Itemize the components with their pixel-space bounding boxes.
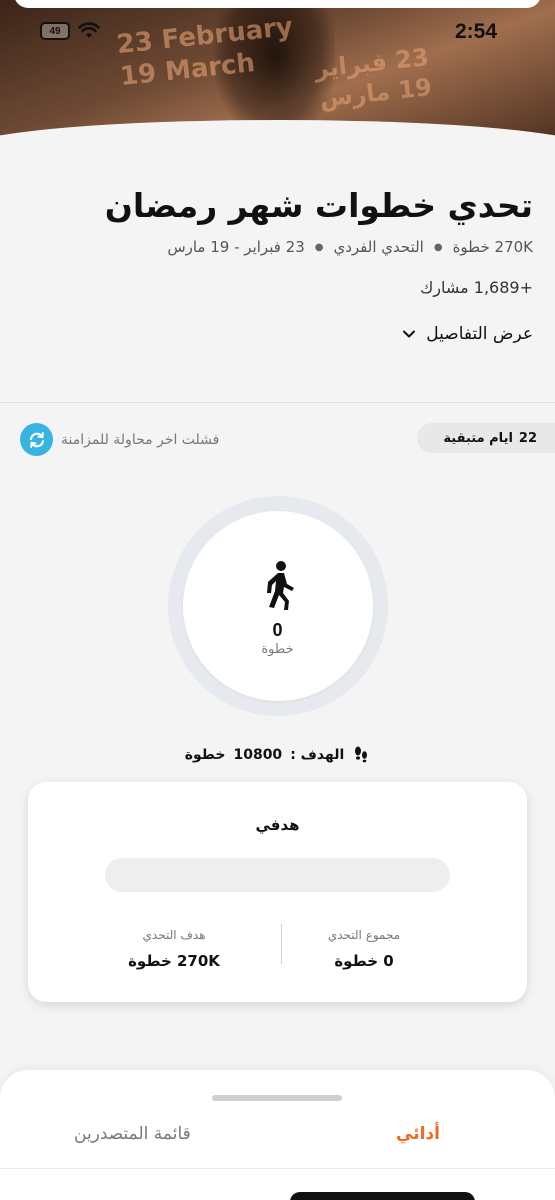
goal-progress-bar <box>105 858 450 892</box>
challenge-target-stat: هدف التحدي 270K خطوة <box>94 928 254 970</box>
sheet-drag-handle[interactable] <box>212 1095 342 1101</box>
my-goal-title: هدفي <box>255 816 300 834</box>
steps-unit: خطوة <box>261 642 294 657</box>
tabs-divider <box>0 1168 555 1169</box>
challenge-target-label: هدف التحدي <box>142 928 206 942</box>
goal-value: 10800 <box>233 747 283 763</box>
steps-count: 0 <box>272 620 283 640</box>
show-details-label: عرض التفاصيل <box>426 324 533 344</box>
tab-my-performance[interactable]: أدائي <box>396 1124 440 1144</box>
goal-unit: خطوة <box>184 747 226 763</box>
days-remaining-badge: 22 ايام متبقية <box>417 423 555 453</box>
show-details-button[interactable]: عرض التفاصيل <box>402 324 533 344</box>
sync-icon[interactable] <box>20 423 53 456</box>
status-bar-notch <box>14 0 541 8</box>
days-remaining-count: 22 <box>518 430 537 446</box>
floating-bar <box>290 1192 475 1200</box>
stats-separator <box>281 924 282 964</box>
challenge-total-stat: مجموع التحدي 0 خطوة <box>284 928 444 970</box>
wifi-icon <box>78 22 100 38</box>
meta-separator: ● <box>314 241 324 253</box>
sync-message: فشلت اخر محاولة للمزامنة <box>61 431 220 448</box>
hero-curve <box>0 120 555 150</box>
chevron-down-icon <box>403 330 416 338</box>
bottom-sheet: أدائي قائمة المتصدرين <box>0 1070 555 1200</box>
my-goal-card: هدفي مجموع التحدي 0 خطوة هدف التحدي 270K… <box>28 782 527 1002</box>
footprints-icon <box>355 746 368 763</box>
status-icons: 49 <box>40 22 100 40</box>
challenge-type: التحدي الفردي <box>333 238 424 256</box>
challenge-total-label: مجموع التحدي <box>327 928 401 942</box>
meta-separator: ● <box>433 241 443 253</box>
participants-count: +1,689 مشارك <box>420 278 533 297</box>
battery-icon: 49 <box>40 22 70 40</box>
section-divider <box>0 402 555 403</box>
challenge-title: تحدي خطوات شهر رمضان <box>104 186 533 225</box>
days-remaining-label: ايام متبقية <box>443 430 513 446</box>
challenge-target-value: 270K خطوة <box>128 952 220 970</box>
challenge-dates: 23 فبراير - 19 مارس <box>167 238 305 256</box>
sync-status[interactable]: فشلت اخر محاولة للمزامنة <box>20 423 219 456</box>
challenge-target: 270K خطوة <box>452 238 533 256</box>
walking-person-icon <box>267 561 294 610</box>
challenge-meta: 270K خطوة ● التحدي الفردي ● 23 فبراير - … <box>167 238 533 256</box>
goal-label: الهدف : <box>290 747 345 763</box>
battery-level: 49 <box>49 25 61 37</box>
tab-leaderboard[interactable]: قائمة المتصدرين <box>74 1124 191 1144</box>
status-time: 2:54 <box>454 20 497 43</box>
daily-goal: الهدف : 10800 خطوة <box>0 746 555 764</box>
hero-dates-ar: 23 فبراير 19 مارس <box>313 42 433 114</box>
challenge-total-value: 0 خطوة <box>334 952 394 970</box>
